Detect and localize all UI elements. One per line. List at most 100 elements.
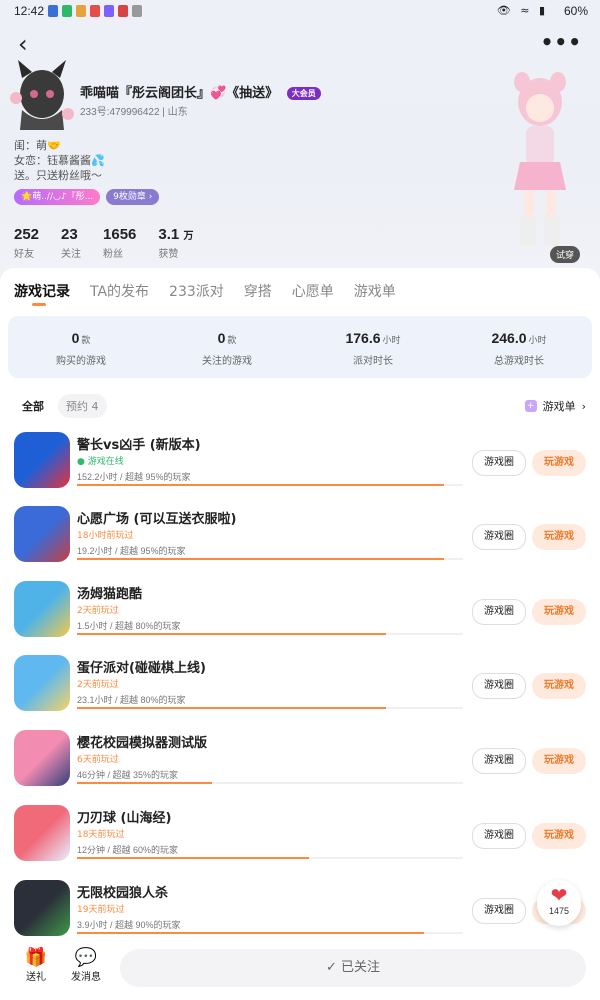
- game-name[interactable]: 刀刃球 (山海经): [77, 807, 171, 826]
- username: 乖喵喵『彤云阁团长』💞《抽送》 大会员: [80, 82, 321, 101]
- game-name[interactable]: 汤姆猫跑酷: [77, 583, 142, 602]
- game-progress-bar: [77, 932, 463, 934]
- summary-label: 购买的游戏: [56, 356, 106, 367]
- summary-item: 246.0 小时 总游戏时长: [446, 316, 592, 378]
- game-name[interactable]: 蛋仔派对(碰碰棋上线): [77, 657, 206, 676]
- stat-friends[interactable]: 252 好友: [14, 226, 39, 260]
- game-name[interactable]: 警长vs凶手 (新版本): [77, 434, 201, 453]
- status-time: 12:42: [14, 4, 45, 18]
- game-circle-button[interactable]: 游戏圈: [472, 748, 526, 774]
- stat-label: 获赞: [158, 249, 179, 260]
- stat-number: 252: [14, 226, 40, 243]
- message-button[interactable]: 💬 发消息: [66, 948, 106, 984]
- play-game-button[interactable]: 玩游戏: [532, 673, 586, 699]
- game-name[interactable]: 无限校园狼人杀: [77, 882, 168, 901]
- game-row[interactable]: 刀刃球 (山海经) 18天前玩过 12分钟 / 超越 60%的玩家 游戏圈 玩游戏: [0, 805, 600, 875]
- summary-number: 176.6: [345, 330, 381, 346]
- game-row[interactable]: 警长vs凶手 (新版本) ● 游戏在线 152.2小时 / 超越 95%的玩家 游戏圈…: [0, 432, 600, 502]
- game-progress-fill: [77, 484, 444, 486]
- heart-icon: ❤: [550, 883, 568, 907]
- filter-reserve[interactable]: 预约 4: [58, 394, 107, 418]
- vip-badge: 大会员: [286, 87, 321, 100]
- game-circle-button[interactable]: 游戏圈: [472, 823, 526, 849]
- game-playtime: 23.1小时 / 超越 80%的玩家: [77, 695, 186, 705]
- message-label: 发消息: [71, 972, 101, 983]
- game-circle-button[interactable]: 游戏圈: [472, 673, 526, 699]
- stat-label: 关注: [61, 249, 82, 260]
- game-row[interactable]: 心愿广场 (可以互送衣服啦) 18小时前玩过 19.2小时 / 超越 95%的玩家 游…: [0, 506, 600, 576]
- game-playtime: 152.2小时 / 超越 95%的玩家: [77, 472, 191, 482]
- summary-number: 246.0: [491, 330, 527, 346]
- summary-value: 246.0 小时: [446, 330, 592, 346]
- summary-number: 0: [217, 330, 226, 346]
- gamelist-link[interactable]: + 游戏单 ›: [524, 398, 586, 414]
- gift-button[interactable]: 🎁 送礼: [16, 948, 56, 984]
- game-name[interactable]: 心愿广场 (可以互送衣服啦): [77, 508, 236, 527]
- game-icon[interactable]: [14, 432, 70, 488]
- play-game-button[interactable]: 玩游戏: [532, 524, 586, 550]
- tab-outfits[interactable]: 穿搭: [244, 281, 272, 301]
- tab-posts[interactable]: TA的发布: [90, 281, 149, 301]
- game-icon[interactable]: [14, 880, 70, 936]
- summary-value: 0款: [154, 330, 300, 346]
- game-circle-button[interactable]: 游戏圈: [472, 599, 526, 625]
- follow-button[interactable]: ✓ 已关注: [120, 949, 586, 987]
- more-options-icon[interactable]: •••: [541, 30, 582, 54]
- avatar-character[interactable]: [494, 66, 586, 262]
- summary-number: 0: [71, 330, 80, 346]
- game-progress-fill: [77, 558, 444, 560]
- tab-party[interactable]: 233派对: [169, 281, 224, 301]
- tab-game-records[interactable]: 游戏记录: [14, 281, 70, 306]
- avatar[interactable]: [8, 58, 74, 134]
- stat-number-unit: 万: [183, 231, 194, 242]
- play-game-button[interactable]: 玩游戏: [532, 823, 586, 849]
- username-text: 乖喵喵『彤云阁团长』💞《抽送》: [80, 86, 279, 101]
- back-arrow-icon[interactable]: ‹: [18, 30, 28, 58]
- filter-all[interactable]: 全部: [14, 394, 52, 418]
- game-circle-button[interactable]: 游戏圈: [472, 524, 526, 550]
- try-on-button[interactable]: 试穿: [550, 246, 581, 263]
- game-progress-fill: [77, 633, 386, 635]
- game-progress-bar: [77, 633, 463, 635]
- gamelist-label: 游戏单: [542, 400, 576, 413]
- game-progress-bar: [77, 558, 463, 560]
- summary-label: 总游戏时长: [494, 356, 544, 367]
- game-row[interactable]: 汤姆猫跑酷 2天前玩过 1.5小时 / 超越 80%的玩家 游戏圈 玩游戏: [0, 581, 600, 651]
- tab-wishlist[interactable]: 心愿单: [292, 281, 334, 301]
- game-icon[interactable]: [14, 805, 70, 861]
- play-game-button[interactable]: 玩游戏: [532, 450, 586, 476]
- stat-number: 23: [61, 226, 78, 243]
- stat-following[interactable]: 23 关注: [61, 226, 81, 260]
- game-row[interactable]: 樱花校园模拟器测试版 6天前玩过 46分钟 / 超越 35%的玩家 游戏圈 玩游戏: [0, 730, 600, 800]
- game-icon[interactable]: [14, 581, 70, 637]
- profile-stats: 252 好友 23 关注 1656 粉丝 3.1 万 获赞: [14, 226, 193, 260]
- play-game-button[interactable]: 玩游戏: [532, 748, 586, 774]
- game-row[interactable]: 蛋仔派对(碰碰棋上线) 2天前玩过 23.1小时 / 超越 80%的玩家 游戏圈 玩游戏: [0, 655, 600, 725]
- game-icon[interactable]: [14, 730, 70, 786]
- summary-item: 176.6 小时 派对时长: [300, 316, 446, 378]
- stat-number-value: 3.1: [158, 226, 180, 243]
- stat-fans[interactable]: 1656 粉丝: [103, 226, 136, 260]
- play-game-button[interactable]: 玩游戏: [532, 599, 586, 625]
- medals-tag[interactable]: 9枚勋章 ›: [106, 189, 160, 205]
- game-progress-fill: [77, 707, 386, 709]
- title-tag[interactable]: 🌟萌..//◡♪『彤...: [14, 189, 101, 205]
- stat-number: 3.1 万: [158, 226, 193, 243]
- game-playtime: 12分钟 / 超越 60%的玩家: [77, 845, 179, 855]
- tab-gamelist[interactable]: 游戏单: [354, 281, 396, 301]
- game-progress-fill: [77, 782, 213, 784]
- game-icon[interactable]: [14, 506, 70, 562]
- bio-line: 女恋：钰慕酱酱💦: [14, 154, 105, 167]
- like-button[interactable]: ❤ 1475: [537, 880, 581, 926]
- wifi-signal-icons: 👁 ≈ ▮: [496, 4, 548, 17]
- game-circle-button[interactable]: 游戏圈: [472, 450, 526, 476]
- status-bar: 12:42 👁 ≈ ▮ 60%: [0, 0, 600, 24]
- stat-likes[interactable]: 3.1 万 获赞: [158, 226, 193, 260]
- game-name[interactable]: 樱花校园模拟器测试版: [77, 732, 207, 751]
- game-progress-bar: [77, 857, 463, 859]
- game-progress-bar: [77, 707, 463, 709]
- game-circle-button[interactable]: 游戏圈: [472, 898, 526, 924]
- bio: 闺：萌🤝 女恋：钰慕酱酱💦 送。只送粉丝哦～: [14, 138, 105, 183]
- game-icon[interactable]: [14, 655, 70, 711]
- battery-level: 60%: [563, 4, 588, 18]
